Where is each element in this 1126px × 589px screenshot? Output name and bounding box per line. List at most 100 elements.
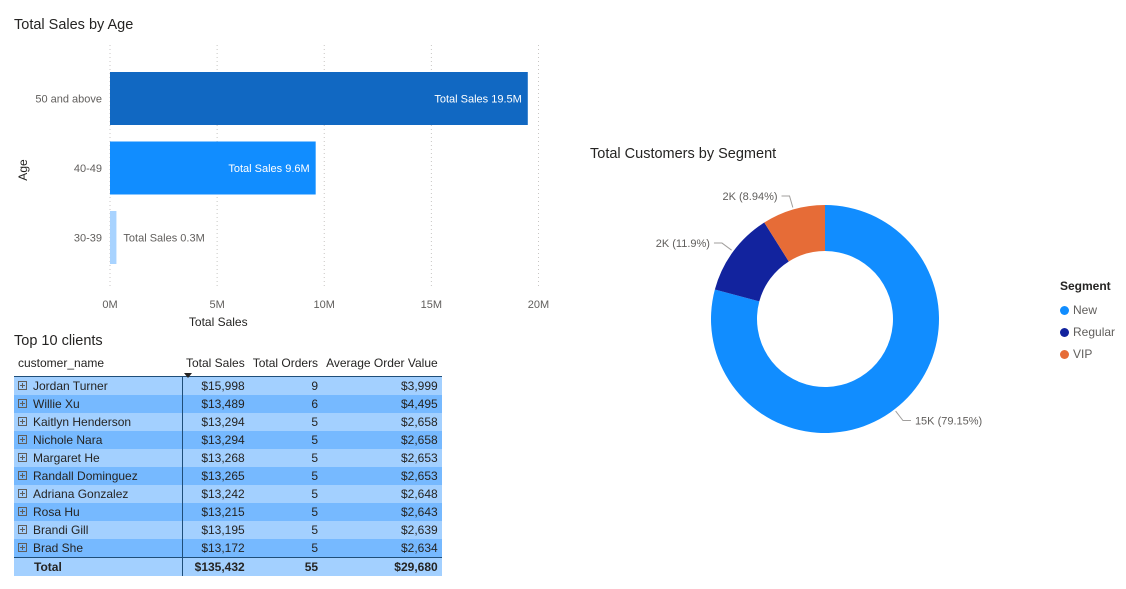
y-category-label: 40-49 xyxy=(74,163,102,175)
cell-total-sales: $13,489 xyxy=(182,395,249,413)
expand-plus-icon[interactable] xyxy=(18,381,27,391)
cell-customer-name: Nichole Nara xyxy=(14,431,183,449)
expand-plus-icon[interactable] xyxy=(18,489,27,499)
cell-average-order-value: $3,999 xyxy=(322,376,442,395)
donut-chart-title: Total Customers by Segment xyxy=(590,146,777,162)
table-row[interactable]: Randall Dominguez $13,265 5 $2,653 xyxy=(14,467,442,485)
cell-customer-name: Randall Dominguez xyxy=(14,467,183,485)
cell-total-orders: 5 xyxy=(248,485,323,503)
cell-total-orders: 5 xyxy=(248,449,323,467)
cell-average-order-value: $2,658 xyxy=(322,413,442,431)
legend-item-vip[interactable]: VIP xyxy=(1060,343,1115,365)
cell-total-sales: $13,294 xyxy=(182,431,249,449)
total-orders-sum: 55 xyxy=(248,557,323,576)
expand-plus-icon[interactable] xyxy=(18,471,27,481)
leader-line xyxy=(781,195,794,208)
expand-plus-icon[interactable] xyxy=(18,525,27,535)
customer-name-text: Rosa Hu xyxy=(33,505,80,519)
cell-average-order-value: $4,495 xyxy=(322,395,442,413)
cell-customer-name: Willie Xu xyxy=(14,395,183,413)
x-tick-label: 10M xyxy=(314,299,335,311)
cell-total-sales: $13,265 xyxy=(182,467,249,485)
cell-total-orders: 5 xyxy=(248,503,323,521)
x-axis-label: Total Sales xyxy=(189,315,248,329)
table-total-row: Total $135,432 55 $29,680 xyxy=(14,557,442,576)
cell-customer-name: Adriana Gonzalez xyxy=(14,485,183,503)
bar-chart-title: Total Sales by Age xyxy=(14,17,134,33)
expand-plus-icon[interactable] xyxy=(18,435,27,445)
sort-descending-icon[interactable] xyxy=(184,373,192,378)
leader-line xyxy=(895,410,911,422)
x-tick-label: 15M xyxy=(421,299,442,311)
cell-customer-name: Margaret He xyxy=(14,449,183,467)
donut-chart[interactable]: 15K (79.15%) 2K (11.9%) 2K (8.94%) xyxy=(580,170,1020,450)
cell-total-orders: 5 xyxy=(248,539,323,558)
data-label: Total Sales 0.3M xyxy=(123,233,204,245)
cell-total-orders: 9 xyxy=(248,376,323,395)
cell-total-orders: 5 xyxy=(248,431,323,449)
leader-line xyxy=(713,242,732,251)
column-header-total-orders[interactable]: Total Orders xyxy=(249,352,322,377)
table-row[interactable]: Kaitlyn Henderson $13,294 5 $2,658 xyxy=(14,413,442,431)
cell-customer-name: Kaitlyn Henderson xyxy=(14,413,183,431)
legend-title: Segment xyxy=(1060,279,1111,293)
cell-average-order-value: $2,653 xyxy=(322,449,442,467)
bar[interactable] xyxy=(110,211,117,264)
total-average-order-value: $29,680 xyxy=(322,557,442,576)
customer-name-text: Randall Dominguez xyxy=(33,469,138,483)
cell-total-sales: $13,215 xyxy=(182,503,249,521)
cell-average-order-value: $2,634 xyxy=(322,539,442,558)
table-row[interactable]: Rosa Hu $13,215 5 $2,643 xyxy=(14,503,442,521)
table-row[interactable]: Brad She $13,172 5 $2,634 xyxy=(14,539,442,558)
expand-plus-icon[interactable] xyxy=(18,453,27,463)
x-tick-label: 5M xyxy=(209,299,224,311)
column-header-customer-name[interactable]: customer_name xyxy=(14,352,182,377)
table-row[interactable]: Willie Xu $13,489 6 $4,495 xyxy=(14,395,442,413)
table-title: Top 10 clients xyxy=(14,333,103,349)
top-clients-table: customer_name Total Sales Total Orders A… xyxy=(14,352,442,576)
table-row[interactable]: Margaret He $13,268 5 $2,653 xyxy=(14,449,442,467)
table-row[interactable]: Adriana Gonzalez $13,242 5 $2,648 xyxy=(14,485,442,503)
y-category-label: 30-39 xyxy=(74,233,102,245)
cell-average-order-value: $2,658 xyxy=(322,431,442,449)
legend-item-new[interactable]: New xyxy=(1060,299,1115,321)
legend-label: Regular xyxy=(1073,325,1116,339)
cell-total-orders: 5 xyxy=(248,521,323,539)
column-header-total-sales[interactable]: Total Sales xyxy=(182,352,249,378)
expand-plus-icon[interactable] xyxy=(18,543,27,553)
column-header-label: Total Sales xyxy=(186,356,245,370)
customer-name-text: Nichole Nara xyxy=(33,433,103,447)
customer-name-text: Willie Xu xyxy=(33,397,80,411)
customer-name-text: Brad She xyxy=(33,541,84,555)
cell-total-orders: 5 xyxy=(248,413,323,431)
bar-chart[interactable]: 0M 5M 10M 15M 20M 50 and above Total Sales 19.… xyxy=(0,40,560,335)
customer-name-text: Brandi Gill xyxy=(33,523,89,537)
legend-label: New xyxy=(1073,303,1098,317)
column-header-average-order-value[interactable]: Average Order Value xyxy=(322,352,442,377)
table-row[interactable]: Jordan Turner $15,998 9 $3,999 xyxy=(14,376,442,395)
legend-item-regular[interactable]: Regular xyxy=(1060,321,1115,343)
slice-data-label: 2K (11.9%) xyxy=(656,238,710,250)
total-sales-sum: $135,432 xyxy=(182,557,249,576)
x-tick-label: 20M xyxy=(528,299,549,311)
cell-total-sales: $13,268 xyxy=(182,449,249,467)
donut-legend: Segment New Regular VIP xyxy=(1060,279,1115,365)
table-row[interactable]: Nichole Nara $13,294 5 $2,658 xyxy=(14,431,442,449)
slice-data-label: 15K (79.15%) xyxy=(915,416,982,428)
legend-dot-icon xyxy=(1060,327,1069,337)
legend-label: VIP xyxy=(1073,347,1093,361)
cell-total-sales: $13,195 xyxy=(182,521,249,539)
cell-average-order-value: $2,648 xyxy=(322,485,442,503)
table-row[interactable]: Brandi Gill $13,195 5 $2,639 xyxy=(14,521,442,539)
x-tick-label: 0M xyxy=(102,299,117,311)
expand-plus-icon[interactable] xyxy=(18,507,27,517)
expand-plus-icon[interactable] xyxy=(18,417,27,427)
expand-plus-icon[interactable] xyxy=(18,399,27,409)
cell-customer-name: Rosa Hu xyxy=(14,503,183,521)
cell-customer-name: Jordan Turner xyxy=(14,376,183,395)
table-header-row: customer_name Total Sales Total Orders A… xyxy=(14,352,442,378)
cell-total-sales: $13,294 xyxy=(182,413,249,431)
cell-total-sales: $13,242 xyxy=(182,485,249,503)
slice-data-label: 2K (8.94%) xyxy=(722,191,777,203)
data-label: Total Sales 9.6M xyxy=(228,163,309,175)
